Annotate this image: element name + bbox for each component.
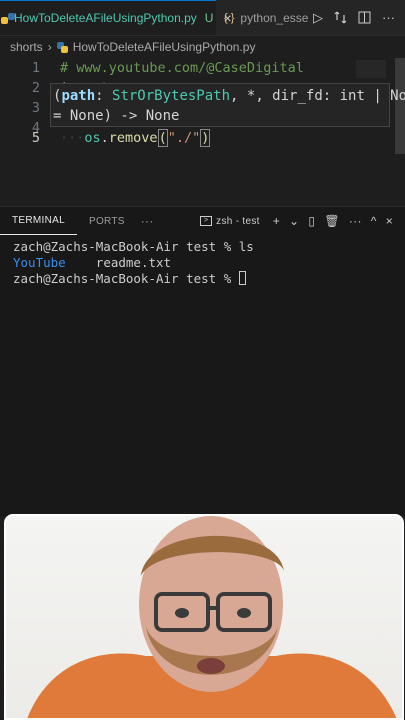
panel-header: TERMINAL PORTS ··· > zsh - test + ⌄ ▯ 🗑 … [0, 207, 405, 235]
terminal-line: zach@Zachs-MacBook-Air test % ls [13, 239, 254, 254]
untracked-badge: U [204, 11, 214, 25]
code-line: 1 # www.youtube.com/@CaseDigital [0, 58, 405, 78]
code-editor[interactable]: 1 # www.youtube.com/@CaseDigital 2 impor… [0, 58, 405, 206]
tooltip-rest: , *, dir_fd: int | None [230, 88, 405, 104]
code-string: "./" [167, 130, 201, 146]
tab-terminal[interactable]: TERMINAL [0, 207, 77, 235]
terminal-output[interactable]: zach@Zachs-MacBook-Air test % ls YouTube… [0, 235, 405, 287]
terminal-cursor [238, 271, 246, 285]
terminal-prompt: zach@Zachs-MacBook-Air test % [13, 271, 239, 286]
line-number: 5 [31, 130, 40, 146]
tooltip-colon: : [95, 88, 113, 104]
close-panel-icon[interactable]: × [386, 214, 393, 228]
code-function: remove [108, 130, 158, 146]
panel-actions: > zsh - test + ⌄ ▯ 🗑 ··· ^ × [200, 214, 405, 228]
editor-tab-bar: HowToDeleteAFileUsingPython.py U × { } p… [0, 0, 405, 36]
breadcrumb-file[interactable]: HowToDeleteAFileUsingPython.py [73, 40, 256, 54]
code-line-current: 5 ···os.remove("./") [0, 128, 405, 148]
more-actions-icon[interactable]: ··· [382, 10, 395, 25]
editor-actions: ▷ ··· [308, 0, 405, 35]
line-number: 3 [31, 100, 40, 116]
minimap[interactable] [356, 60, 386, 78]
ls-file: readme.txt [95, 255, 172, 270]
tab-active-file[interactable]: HowToDeleteAFileUsingPython.py U × [0, 0, 232, 35]
chevron-down-icon[interactable]: ⌄ [289, 214, 299, 228]
code-open-paren: ( [157, 129, 168, 147]
terminal-name: zsh - test [216, 215, 260, 227]
terminal-panel: TERMINAL PORTS ··· > zsh - test + ⌄ ▯ 🗑 … [0, 206, 405, 516]
split-terminal-icon[interactable]: ▯ [308, 214, 315, 228]
run-icon[interactable]: ▷ [313, 10, 323, 26]
more-icon[interactable]: ··· [349, 214, 362, 228]
breadcrumb-folder[interactable]: shorts [10, 40, 43, 54]
new-terminal-icon[interactable]: + [273, 214, 280, 228]
breadcrumb: shorts › HowToDeleteAFileUsingPython.py [0, 36, 405, 58]
terminal-line: YouTube readme.txt [13, 255, 405, 271]
compare-icon[interactable] [334, 11, 347, 24]
tab-label: HowToDeleteAFileUsingPython.py [14, 11, 197, 25]
indent-whitespace: ··· [60, 130, 85, 146]
panel-more-icon[interactable]: ··· [137, 214, 158, 228]
json-file-icon: { } [224, 11, 235, 24]
signature-help-tooltip: (path: StrOrBytesPath, *, dir_fd: int | … [50, 83, 405, 127]
terminal-line: zach@Zachs-MacBook-Air test % [13, 271, 405, 287]
maximize-panel-icon[interactable]: ^ [371, 214, 377, 228]
terminal-icon: > [200, 216, 213, 226]
split-editor-icon[interactable] [358, 11, 371, 24]
tab-json-file[interactable]: { } python_esse [216, 0, 308, 35]
code-comment: # www.youtube.com/@CaseDigital [60, 60, 304, 76]
line-number: 2 [31, 80, 40, 96]
breadcrumb-separator-icon: › [47, 40, 52, 54]
code-object: os [84, 130, 101, 146]
tooltip-line2: = None) -> None [53, 108, 180, 124]
tooltip-param: path [61, 88, 96, 104]
code-close-paren: ) [200, 129, 211, 147]
tab-ports[interactable]: PORTS [77, 207, 137, 235]
line-number: 1 [31, 60, 40, 76]
code-dot: . [100, 130, 109, 146]
terminal-selector[interactable]: > zsh - test [200, 216, 260, 227]
tab-label: python_esse [240, 10, 308, 25]
python-file-icon [56, 41, 68, 53]
presenter-video-image [27, 516, 397, 718]
webcam-overlay [4, 514, 404, 720]
trash-icon[interactable]: 🗑 [324, 214, 340, 228]
editor-scrollbar[interactable] [395, 58, 405, 154]
ls-directory: YouTube [13, 255, 66, 270]
tooltip-type: StrOrBytesPath [112, 88, 231, 104]
